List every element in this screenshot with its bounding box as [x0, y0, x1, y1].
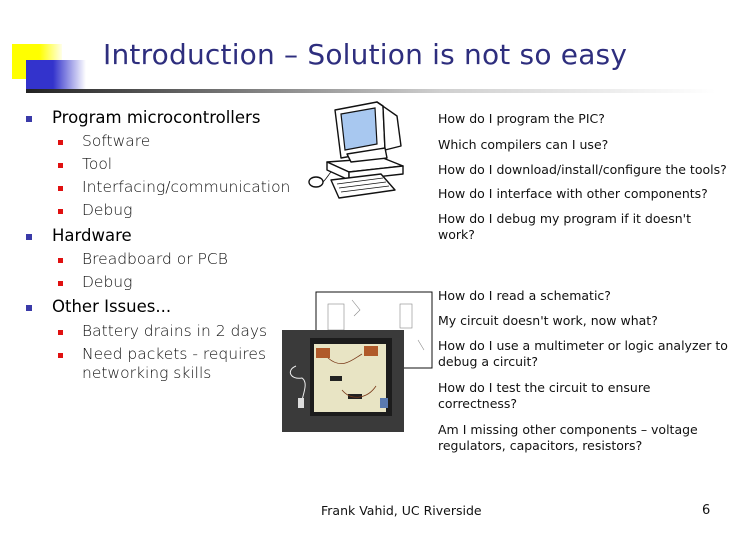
sub-bullet-label: Software — [82, 132, 151, 150]
question-text-continued: work? — [438, 227, 475, 242]
question-item: How do I read a schematic? — [438, 288, 738, 304]
sub-bullet-label: Tool — [82, 155, 113, 173]
breadboard-photo — [282, 291, 433, 432]
sub-bullet-label: Interfacing/communication — [82, 178, 291, 196]
question-text-continued: regulators, capacitors, resistors? — [438, 438, 643, 453]
question-text: How do I test the circuit to ensure — [438, 380, 651, 395]
question-text: How do I download/install/configure the … — [438, 162, 727, 177]
sub-bullet-label-continued: networking skills — [82, 364, 212, 382]
square-bullet-icon — [58, 281, 63, 286]
question-item: How do I use a multimeter or logic analy… — [438, 338, 738, 370]
question-item: My circuit doesn't work, now what? — [438, 313, 738, 329]
sub-bullet-label: Battery drains in 2 days — [82, 322, 268, 340]
computer-clipart-icon — [308, 101, 404, 199]
question-text: How do I read a schematic? — [438, 288, 611, 303]
question-item: Which compilers can I use? — [438, 137, 738, 153]
question-item: How do I interface with other components… — [438, 186, 738, 202]
question-item: Am I missing other components – voltage r… — [438, 422, 738, 454]
question-text-continued: debug a circuit? — [438, 354, 539, 369]
question-item: How do I download/install/configure the … — [438, 162, 738, 178]
square-bullet-icon — [58, 353, 63, 358]
sub-bullet-label: Debug — [82, 201, 133, 219]
square-bullet-icon — [58, 140, 63, 145]
question-text: Which compilers can I use? — [438, 137, 609, 152]
square-bullet-icon — [58, 163, 63, 168]
question-text: How do I debug my program if it doesn't — [438, 211, 691, 226]
question-text-continued: correctness? — [438, 396, 518, 411]
question-item: How do I debug my program if it doesn't w… — [438, 211, 738, 243]
sub-bullet-label: Breadboard or PCB — [82, 250, 228, 268]
slide-title: Introduction – Solution is not so easy — [103, 38, 628, 71]
bullet-label: Hardware — [52, 226, 132, 245]
bullet-label: Program microcontrollers — [52, 108, 261, 127]
square-bullet-icon — [58, 186, 63, 191]
page-number: 6 — [702, 503, 711, 518]
question-text: My circuit doesn't work, now what? — [438, 313, 658, 328]
sub-bullet-label: Need packets - requires — [82, 345, 267, 363]
square-bullet-icon — [58, 209, 63, 214]
question-text: Am I missing other components – voltage — [438, 422, 698, 437]
question-text: How do I use a multimeter or logic analy… — [438, 338, 728, 353]
square-bullet-icon — [26, 116, 32, 122]
footer-author: Frank Vahid, UC Riverside — [321, 503, 482, 518]
title-underline — [26, 89, 716, 93]
question-item: How do I test the circuit to ensure corre… — [438, 380, 738, 412]
square-bullet-icon — [26, 234, 32, 240]
square-bullet-icon — [58, 258, 63, 263]
sub-bullet-label: Debug — [82, 273, 133, 291]
question-item: How do I program the PIC? — [438, 111, 738, 127]
question-text: How do I interface with other components… — [438, 186, 708, 201]
bullet-label: Other Issues... — [52, 297, 172, 316]
question-text: How do I program the PIC? — [438, 111, 605, 126]
square-bullet-icon — [58, 330, 63, 335]
square-bullet-icon — [26, 305, 32, 311]
